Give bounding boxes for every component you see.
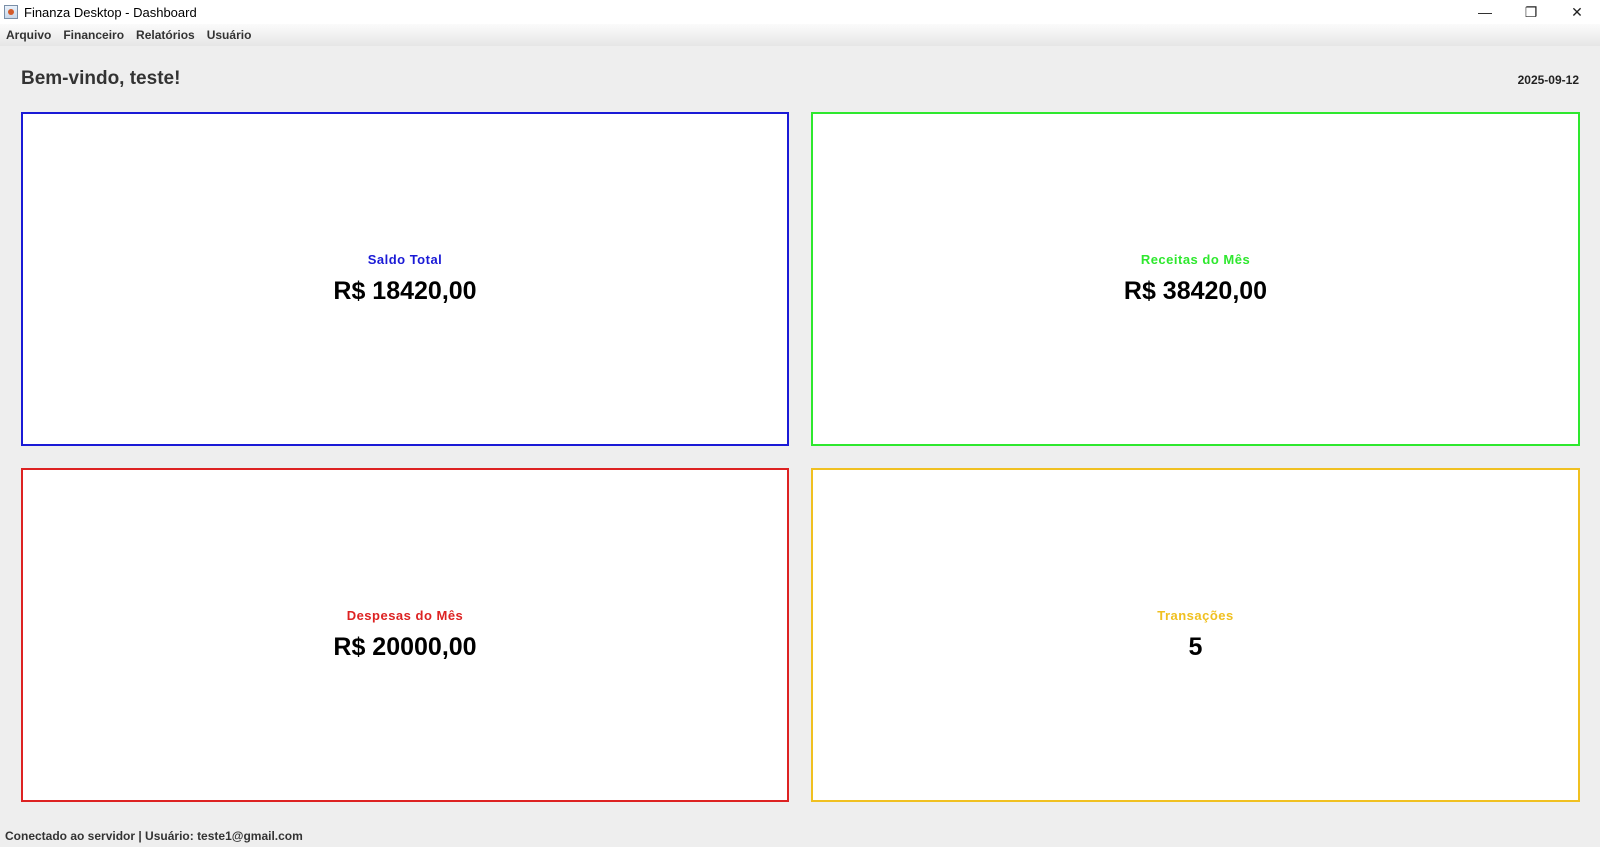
menu-financeiro[interactable]: Financeiro: [57, 24, 130, 46]
window-title: Finanza Desktop - Dashboard: [24, 4, 197, 20]
card-receitas: Receitas do Mês R$ 38420,00: [811, 112, 1580, 446]
welcome-heading: Bem-vindo, teste!: [21, 68, 181, 89]
current-date: 2025-09-12: [1517, 73, 1579, 87]
title-bar: Finanza Desktop - Dashboard — ❐ ✕: [0, 0, 1600, 24]
java-app-icon: [4, 5, 18, 19]
menu-bar: Arquivo Financeiro Relatórios Usuário: [0, 24, 1600, 46]
close-button[interactable]: ✕: [1554, 0, 1600, 24]
card-title: Receitas do Mês: [1140, 252, 1251, 267]
card-title: Despesas do Mês: [346, 608, 464, 623]
card-transacoes: Transações 5: [811, 468, 1580, 802]
menu-usuario[interactable]: Usuário: [201, 24, 258, 46]
card-value: 5: [1188, 633, 1203, 661]
menu-relatorios[interactable]: Relatórios: [130, 24, 201, 46]
status-bar: Conectado ao servidor | Usuário: teste1@…: [5, 829, 303, 843]
restore-button[interactable]: ❐: [1508, 0, 1554, 24]
card-value: R$ 18420,00: [333, 277, 477, 305]
card-title: Transações: [1157, 608, 1234, 623]
card-despesas: Despesas do Mês R$ 20000,00: [21, 468, 789, 802]
menu-arquivo[interactable]: Arquivo: [0, 24, 57, 46]
window-controls: — ❐ ✕: [1462, 0, 1600, 24]
minimize-button[interactable]: —: [1462, 0, 1508, 24]
card-value: R$ 20000,00: [333, 633, 477, 661]
card-value: R$ 38420,00: [1123, 277, 1268, 305]
card-saldo-total: Saldo Total R$ 18420,00: [21, 112, 789, 446]
card-title: Saldo Total: [367, 252, 443, 267]
